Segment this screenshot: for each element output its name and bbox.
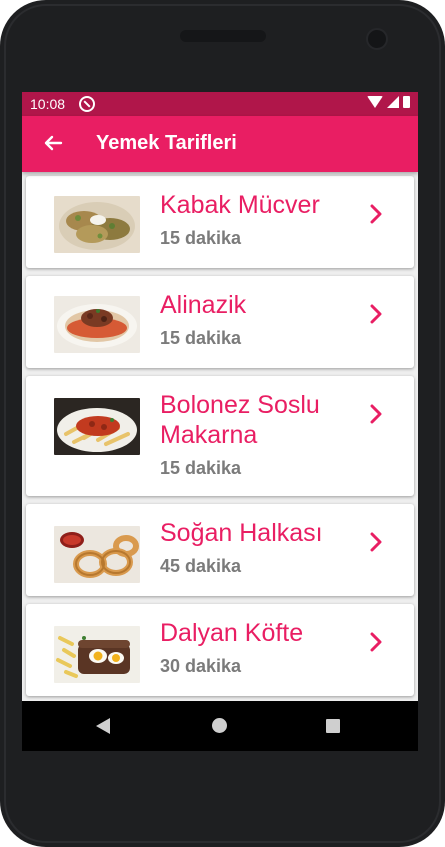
chevron-right-icon[interactable] xyxy=(366,300,386,328)
chevron-right-icon[interactable] xyxy=(366,400,386,428)
recipe-card[interactable]: Dalyan Köfte 30 dakika xyxy=(26,604,414,696)
recipe-time: 15 dakika xyxy=(160,458,242,478)
recipe-card[interactable]: Bolonez Soslu Makarna 15 dakika xyxy=(26,376,414,496)
recipe-list[interactable]: Kabak Mücver 15 dakika Alinazik 15 dakik… xyxy=(22,172,418,701)
bolonez-makarna-photo xyxy=(54,398,140,455)
status-bar: 10:08 xyxy=(22,92,418,116)
back-icon[interactable] xyxy=(96,718,110,734)
battery-icon xyxy=(403,96,410,108)
arrow-left-icon[interactable] xyxy=(38,130,66,158)
dalyan-kofte-photo xyxy=(54,626,140,683)
alinazik-photo xyxy=(54,296,140,353)
screen: 10:08 Yemek Tarifleri Kabak Mücver 15 da… xyxy=(22,92,418,751)
recipe-time: 45 dakika xyxy=(160,556,242,576)
chevron-right-icon[interactable] xyxy=(366,628,386,656)
recipe-name: Kabak Mücver xyxy=(160,191,320,219)
sogan-halkasi-photo xyxy=(54,526,140,583)
recipe-card[interactable]: Soğan Halkası 45 dakika xyxy=(26,504,414,596)
kabak-mucver-photo xyxy=(54,196,140,253)
page-title: Yemek Tarifleri xyxy=(96,132,237,154)
home-icon[interactable] xyxy=(212,718,227,733)
phone-frame: 10:08 Yemek Tarifleri Kabak Mücver 15 da… xyxy=(0,0,445,847)
status-time: 10:08 xyxy=(30,96,66,112)
wifi-icon xyxy=(367,96,383,108)
recipe-name: Soğan Halkası xyxy=(160,519,323,547)
recipe-name: Bolonez Soslu Makarna xyxy=(160,391,320,449)
system-nav-bar xyxy=(22,701,418,751)
chevron-right-icon[interactable] xyxy=(366,528,386,556)
recipe-time: 15 dakika xyxy=(160,228,242,248)
app-notification-icon xyxy=(79,96,95,112)
status-icons xyxy=(367,96,410,108)
recipe-name: Alinazik xyxy=(160,291,247,319)
signal-icon xyxy=(387,96,399,108)
recipe-card[interactable]: Alinazik 15 dakika xyxy=(26,276,414,368)
recipe-card[interactable]: Kabak Mücver 15 dakika xyxy=(26,176,414,268)
app-bar: Yemek Tarifleri xyxy=(22,116,418,172)
recipe-time: 30 dakika xyxy=(160,656,242,676)
chevron-right-icon[interactable] xyxy=(366,200,386,228)
speaker xyxy=(180,30,266,42)
recipe-name: Dalyan Köfte xyxy=(160,619,304,647)
front-camera xyxy=(366,28,388,50)
recipe-time: 15 dakika xyxy=(160,328,242,348)
recents-icon[interactable] xyxy=(326,719,340,733)
